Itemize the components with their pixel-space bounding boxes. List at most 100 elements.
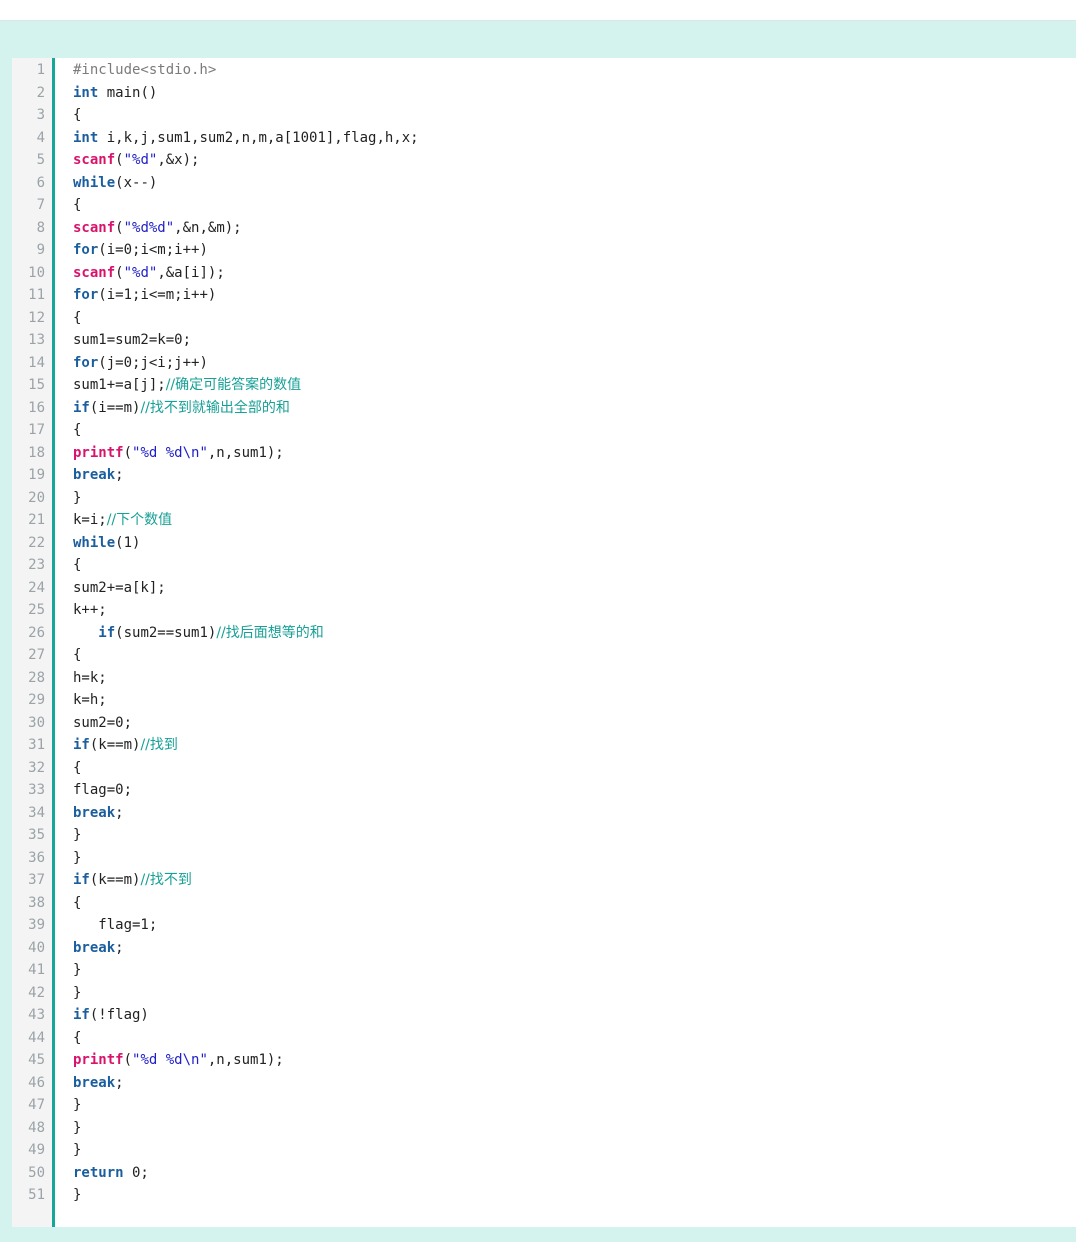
line-number: 36: [28, 849, 45, 866]
keyword: if: [73, 1007, 90, 1023]
code-text: (j=0;j<i;j++): [98, 354, 208, 371]
function-name: scanf: [73, 152, 116, 168]
code-text: ,n,sum1);: [207, 444, 284, 461]
keyword: break: [73, 939, 116, 956]
code-line: }: [73, 959, 1076, 982]
line-number: 41: [28, 962, 45, 978]
code-block-panel: 1 2 3 4 5 6 7 8 9 10 11 12 13 14 15 16 17 18 19 20 21 22 23 24 2…: [0, 21, 1076, 1242]
code-text: (!flag): [89, 1007, 149, 1023]
keyword: while: [73, 534, 116, 551]
code-text: }: [73, 1142, 82, 1158]
code-line: sum1+=a[j];//确定可能答案的数值: [73, 374, 1076, 397]
code-text: i,k,j,sum1,sum2,n,m,a[1001],flag,h,x;: [98, 129, 419, 146]
line-number: 39: [28, 917, 45, 933]
code-text: {: [73, 759, 82, 776]
code-line: sum2=0;: [73, 712, 1076, 735]
code-text: k++;: [73, 602, 107, 618]
keyword: if: [73, 737, 90, 753]
code-text: flag=0;: [73, 782, 133, 798]
code-text: (1): [115, 534, 141, 551]
code-line: break;: [73, 937, 1076, 960]
line-number: 10: [28, 264, 45, 281]
code-text: (: [115, 264, 124, 281]
function-name: scanf: [73, 219, 116, 236]
keyword: if: [98, 624, 116, 641]
code-line: for(i=1;i<=m;i++): [73, 284, 1076, 307]
code-line: for(i=0;i<m;i++): [73, 239, 1076, 262]
string-literal: "%d": [123, 264, 158, 281]
code-line: k=i;//下个数值: [73, 509, 1076, 532]
line-number: 49: [28, 1142, 45, 1158]
keyword: break: [73, 467, 116, 483]
code-line: flag=0;: [73, 779, 1076, 802]
function-name: scanf: [73, 264, 116, 281]
code-text: ,n,sum1);: [207, 1052, 284, 1068]
code-text: }: [73, 489, 82, 506]
comment: //确定可能答案的数值: [165, 377, 302, 393]
line-number: 38: [28, 894, 45, 911]
line-number: 35: [28, 827, 45, 843]
code-text: {: [73, 197, 82, 213]
keyword: while: [73, 174, 116, 191]
keyword: for: [73, 242, 99, 258]
line-number: 28: [28, 669, 45, 686]
code-content: #include<stdio.h> int main() { int i,k,j,su…: [55, 58, 1076, 1227]
code-text: {: [73, 107, 82, 123]
code-text: ,&a[i]);: [157, 264, 225, 281]
code-text: }: [73, 1119, 82, 1136]
code-text: {: [73, 557, 82, 573]
line-number: 42: [28, 984, 45, 1001]
code-text: }: [73, 849, 82, 866]
code-text: ;: [115, 467, 124, 483]
code-line: {: [73, 307, 1076, 330]
code-text: (: [123, 444, 133, 461]
code-line: int main(): [73, 82, 1076, 105]
code-line: {: [73, 892, 1076, 915]
line-number: 47: [28, 1097, 45, 1113]
code-line: h=k;: [73, 667, 1076, 690]
string-literal: "%d": [123, 152, 158, 168]
line-number: 3: [36, 107, 45, 123]
line-number: 20: [28, 489, 45, 506]
code-text: main(): [98, 84, 158, 101]
code-text: flag=1;: [73, 917, 158, 933]
code-text: (k==m): [89, 872, 141, 888]
line-number: 24: [28, 579, 45, 596]
code-text: (i==m): [89, 399, 141, 416]
code-text: ,&n,&m);: [174, 219, 242, 236]
code-line: sum1=sum2=k=0;: [73, 329, 1076, 352]
line-number: 13: [28, 332, 45, 348]
code-text: 0;: [123, 1164, 149, 1181]
function-name: printf: [73, 444, 124, 461]
line-number: 17: [28, 422, 45, 438]
line-number: 29: [28, 692, 45, 708]
line-number: 45: [28, 1052, 45, 1068]
code-line: int i,k,j,sum1,sum2,n,m,a[1001],flag,h,x…: [73, 127, 1076, 150]
code-line: }: [73, 1139, 1076, 1162]
code-text: }: [73, 984, 82, 1001]
code-text: {: [73, 894, 82, 911]
code-text: (i=0;i<m;i++): [98, 242, 208, 258]
code-text: ;: [115, 804, 124, 821]
line-number: 19: [28, 467, 45, 483]
line-number: 22: [28, 534, 45, 551]
code-line: if(i==m)//找不到就输出全部的和: [73, 397, 1076, 420]
code-text: (x--): [115, 174, 158, 191]
function-name: printf: [73, 1052, 124, 1068]
code-line: }: [73, 487, 1076, 510]
code-text: k=i;: [73, 512, 107, 528]
keyword: for: [73, 287, 99, 303]
code-text: {: [73, 1029, 82, 1046]
code-text: (i=1;i<=m;i++): [98, 287, 217, 303]
code-line: #include<stdio.h>: [73, 59, 1076, 82]
code-text: }: [73, 827, 82, 843]
line-number: 27: [28, 647, 45, 663]
code-line: if(!flag): [73, 1004, 1076, 1027]
code-line: {: [73, 554, 1076, 577]
line-number: 14: [28, 354, 45, 371]
code-line: scanf("%d",&a[i]);: [73, 262, 1076, 285]
code-line: for(j=0;j<i;j++): [73, 352, 1076, 375]
line-number: 31: [28, 737, 45, 753]
preprocessor: #include<stdio.h>: [73, 62, 217, 78]
